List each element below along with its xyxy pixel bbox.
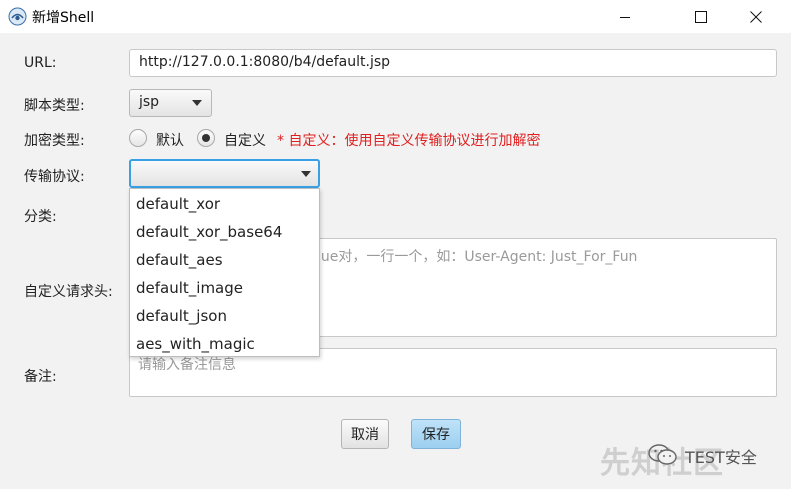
- close-button[interactable]: [733, 0, 779, 33]
- radio-selected-dot: [202, 134, 210, 142]
- window-title: 新增Shell: [32, 10, 95, 26]
- remark-placeholder: 请输入备注信息: [138, 357, 236, 373]
- custom-encrypt-hint: * 自定义：使用自定义传输协议进行加解密: [277, 133, 541, 149]
- url-label: URL:: [24, 55, 57, 71]
- dropdown-option[interactable]: aes_with_magic: [136, 330, 255, 358]
- watermark: 先知社区 TEST安全: [600, 430, 791, 489]
- encrypt-type-label: 加密类型:: [24, 133, 85, 149]
- radio-custom-label[interactable]: 自定义: [224, 130, 266, 150]
- maximize-button[interactable]: [678, 0, 724, 33]
- script-type-value: jsp: [139, 94, 160, 110]
- add-shell-dialog: 新增Shell URL: http://127.0.0.1:8080/b4/de…: [0, 0, 791, 489]
- radio-custom[interactable]: [197, 129, 215, 147]
- dropdown-option[interactable]: default_aes: [136, 246, 223, 274]
- wechat-icon: [648, 444, 677, 465]
- protocol-label: 传输协议:: [24, 169, 85, 185]
- radio-default-label[interactable]: 默认: [156, 130, 184, 150]
- minimize-button[interactable]: [602, 0, 648, 33]
- cancel-button[interactable]: 取消: [341, 419, 389, 449]
- minimize-icon: [620, 16, 630, 18]
- save-button[interactable]: 保存: [411, 419, 461, 449]
- protocol-select[interactable]: [129, 159, 320, 188]
- shell-manager-icon: [8, 7, 27, 26]
- radio-default[interactable]: [129, 129, 147, 147]
- close-icon: [750, 10, 762, 23]
- url-input[interactable]: http://127.0.0.1:8080/b4/default.jsp: [129, 49, 777, 77]
- title-bar: 新增Shell: [0, 0, 791, 33]
- watermark-text: TEST安全: [685, 448, 757, 467]
- protocol-dropdown-list: default_xor default_xor_base64 default_a…: [129, 188, 320, 357]
- category-label: 分类:: [24, 209, 57, 225]
- chevron-down-icon: [301, 171, 311, 177]
- script-type-label: 脚本类型:: [24, 98, 85, 114]
- dropdown-option[interactable]: default_xor: [136, 190, 220, 218]
- dropdown-option[interactable]: default_json: [136, 302, 227, 330]
- headers-label: 自定义请求头:: [24, 284, 113, 300]
- chevron-down-icon: [192, 100, 202, 106]
- dropdown-option[interactable]: default_image: [136, 274, 243, 302]
- script-type-select[interactable]: jsp: [129, 89, 212, 117]
- headers-placeholder: lue对，一行一个，如：User-Agent: Just_For_Fun: [317, 249, 638, 265]
- maximize-icon: [695, 10, 707, 23]
- dropdown-option[interactable]: default_xor_base64: [136, 218, 282, 246]
- remark-label: 备注:: [24, 369, 57, 385]
